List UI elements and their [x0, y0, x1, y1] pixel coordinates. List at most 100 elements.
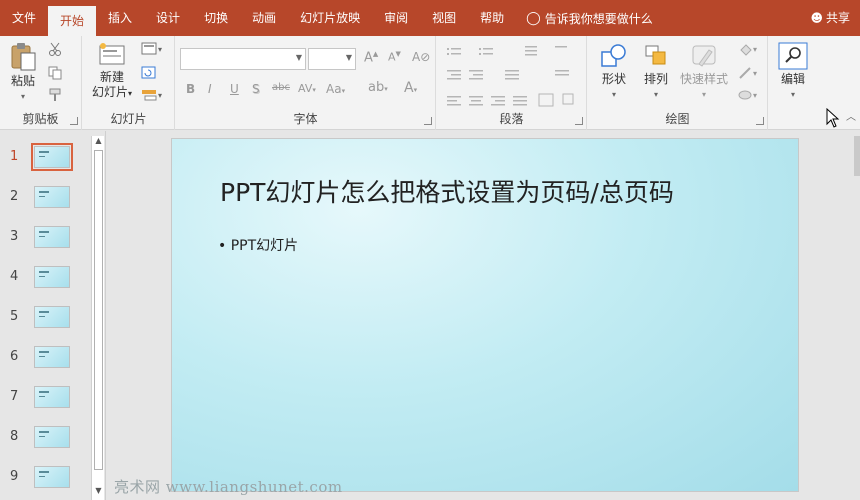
section-icon[interactable]: ▾: [141, 88, 165, 102]
grow-font-icon[interactable]: A▲: [364, 50, 378, 65]
shape-outline-icon[interactable]: ▾: [738, 66, 760, 80]
group-clipboard-label: 剪贴板: [22, 112, 59, 126]
change-case-button[interactable]: Aa▾: [326, 82, 345, 96]
thumbnail-image: [34, 266, 70, 288]
strikethrough-button[interactable]: abc: [272, 82, 290, 93]
group-drawing: 形状 ▾ 排列 ▾ 快速样式 ▾ ▾ ▾ ▾ 绘图: [588, 36, 768, 130]
copy-icon[interactable]: [48, 66, 64, 80]
collapse-ribbon-icon[interactable]: ︿: [846, 108, 856, 123]
font-launcher[interactable]: [424, 117, 432, 125]
thumbnail-number: 2: [10, 189, 19, 204]
underline-button[interactable]: U: [230, 82, 239, 96]
bold-button[interactable]: B: [186, 82, 195, 96]
group-clipboard: 粘贴 ▾ 剪贴板: [0, 36, 82, 130]
char-spacing-icon[interactable]: AV▾: [298, 82, 316, 95]
layout-icon[interactable]: ▾: [141, 42, 165, 56]
group-drawing-label: 绘图: [665, 112, 690, 126]
editing-label: 编辑: [780, 72, 805, 86]
tab-view[interactable]: 视图: [420, 0, 468, 36]
shapes-icon: [601, 44, 626, 67]
tab-insert[interactable]: 插入: [96, 0, 144, 36]
thumbnail-number: 5: [10, 309, 19, 324]
slide-canvas[interactable]: PPT幻灯片怎么把格式设置为页码/总页码 • PPT幻灯片: [171, 138, 799, 492]
scroll-down-icon[interactable]: ▼: [92, 486, 105, 498]
paragraph-controls-icon[interactable]: [445, 44, 581, 114]
group-editing: 编辑 ▾: [769, 36, 817, 130]
tab-review[interactable]: 审阅: [372, 0, 420, 36]
font-color-icon[interactable]: A▾: [404, 80, 417, 96]
thumbnail-image: [34, 226, 70, 248]
thumbnail-1[interactable]: 1: [0, 143, 90, 175]
tab-help[interactable]: 帮助: [468, 0, 516, 36]
new-slide-button[interactable]: 新建 幻灯片▾: [89, 42, 135, 101]
highlight-icon[interactable]: ab▾: [368, 80, 388, 95]
thumbnail-scrollbar[interactable]: ▲ ▼: [91, 136, 104, 500]
quick-styles-button[interactable]: 快速样式 ▾: [678, 42, 730, 102]
scrollbar-thumb[interactable]: [94, 150, 103, 470]
new-slide-label-1: 新建: [99, 70, 124, 84]
slide-title[interactable]: PPT幻灯片怎么把格式设置为页码/总页码: [220, 173, 674, 209]
shape-effects-icon[interactable]: ▾: [738, 88, 760, 102]
font-size-combo[interactable]: ▼: [308, 48, 356, 70]
tab-home[interactable]: 开始: [48, 6, 97, 36]
reset-icon[interactable]: [141, 66, 157, 80]
shape-fill-icon[interactable]: ▾: [738, 42, 760, 56]
thumbnail-2[interactable]: 2: [0, 185, 90, 215]
group-font-label: 字体: [293, 112, 318, 126]
thumbnail-image: [34, 466, 70, 488]
group-slides-label: 幻灯片: [110, 112, 147, 126]
new-slide-label-2: 幻灯片: [91, 85, 128, 99]
svg-text:▾: ▾: [158, 91, 162, 100]
magnifier-icon: [778, 42, 808, 70]
thumbnail-image: [34, 346, 70, 368]
cut-icon[interactable]: [48, 42, 62, 56]
clipboard-launcher[interactable]: [70, 117, 78, 125]
share-button[interactable]: ☻ 共享: [810, 0, 850, 36]
italic-button[interactable]: I: [208, 82, 212, 96]
thumbnail-image: [34, 306, 70, 328]
thumbnail-image: [31, 143, 73, 171]
tab-file[interactable]: 文件: [0, 0, 48, 36]
thumbnail-image: [34, 386, 70, 408]
tell-me-text: 告诉我你想要做什么: [544, 11, 653, 26]
format-painter-icon[interactable]: [48, 88, 64, 102]
thumbnail-6[interactable]: 6: [0, 345, 90, 375]
tab-design[interactable]: 设计: [144, 0, 192, 36]
ribbon-home: 粘贴 ▾ 剪贴板 新建 幻灯片▾ ▾ ▾ 幻灯片 ▼ ▼ A▲ A▼ A⊘ B …: [0, 36, 860, 130]
group-paragraph-label: 段落: [499, 112, 524, 126]
svg-text:▾: ▾: [753, 69, 757, 78]
shadow-button[interactable]: S: [252, 82, 260, 96]
svg-text:▾: ▾: [753, 45, 757, 54]
slide-bullet[interactable]: • PPT幻灯片: [218, 235, 298, 255]
thumbnail-4[interactable]: 4: [0, 265, 90, 295]
tell-me-box[interactable]: ◯ 告诉我你想要做什么: [516, 0, 653, 36]
tab-slide-show[interactable]: 幻灯片放映: [288, 0, 372, 36]
tab-animations[interactable]: 动画: [240, 0, 288, 36]
thumbnail-9[interactable]: 9: [0, 465, 90, 495]
drawing-launcher[interactable]: [756, 117, 764, 125]
editing-button[interactable]: 编辑 ▾: [773, 42, 813, 102]
scroll-up-icon[interactable]: ▲: [92, 136, 105, 148]
thumbnail-3[interactable]: 3: [0, 225, 90, 255]
tab-transitions[interactable]: 切换: [192, 0, 240, 36]
thumbnail-8[interactable]: 8: [0, 425, 90, 455]
new-slide-icon: [99, 43, 125, 65]
arrange-button[interactable]: 排列 ▾: [638, 42, 674, 102]
mouse-cursor-icon: [826, 108, 840, 128]
thumbnail-5[interactable]: 5: [0, 305, 90, 335]
arrange-icon: [645, 45, 666, 65]
shrink-font-icon[interactable]: A▼: [388, 50, 401, 64]
font-name-combo[interactable]: ▼: [180, 48, 306, 70]
thumbnail-7[interactable]: 7: [0, 385, 90, 415]
thumbnail-image: [34, 426, 70, 448]
shapes-button[interactable]: 形状 ▾: [596, 42, 632, 102]
paste-label: 粘贴: [10, 74, 35, 88]
thumbnail-number: 6: [10, 349, 19, 364]
svg-text:▾: ▾: [753, 91, 757, 100]
quick-styles-label: 快速样式: [679, 72, 728, 86]
clipboard-icon: [11, 43, 36, 71]
paste-button[interactable]: 粘贴 ▾: [6, 42, 40, 104]
paragraph-launcher[interactable]: [575, 117, 583, 125]
clear-format-icon[interactable]: A⊘: [412, 50, 430, 64]
share-label: 共享: [825, 11, 850, 25]
